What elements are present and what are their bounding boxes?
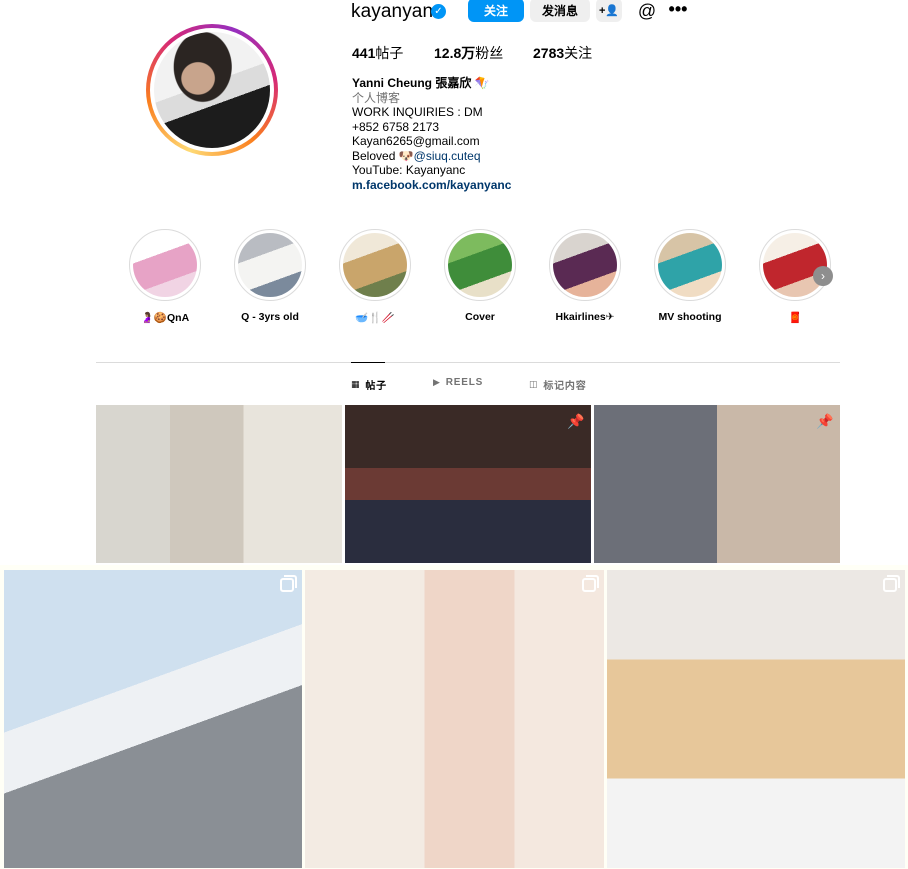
highlight-label: MV shooting [658,311,722,323]
bio: Yanni Cheung 張嘉欣 🪁 个人博客 WORK INQUIRIES :… [352,76,652,192]
posts-count: 441帖子 [352,43,403,63]
bio-line: Kayan6265@gmail.com [352,134,480,148]
posts-count-value: 441 [352,45,376,61]
highlight-label: Cover [465,311,495,323]
carousel-icon [883,575,900,592]
carousel-icon [280,575,297,592]
suggest-users-button[interactable]: +👤 [596,0,622,22]
followers-count-value: 12.8万 [434,45,476,61]
tab-posts[interactable]: ▦ 帖子 [351,377,387,392]
following-count[interactable]: 2783关注 [533,43,592,63]
highlight-label: Hkairlines✈ [555,311,615,323]
bio-line: WORK INQUIRIES : DM [352,105,483,119]
highlight-ring [234,229,306,301]
followers-count[interactable]: 12.8万粉丝 [434,43,503,63]
username: kayanyanc [351,1,443,22]
following-count-label: 关注 [564,45,593,61]
reels-icon: ▶ [433,377,441,387]
highlight-ring [759,229,831,301]
verified-badge-icon: ✓ [431,4,446,19]
tab-reels-label: REELS [445,377,484,388]
highlight-label: Q - 3yrs old [241,311,299,323]
highlight-ring [549,229,621,301]
tab-tagged[interactable]: ◫ 标记内容 [529,377,587,392]
pinned-icon: 📌 [816,413,834,429]
highlight-cover [553,233,617,297]
tabs-divider [96,362,840,363]
highlight-cover [763,233,827,297]
highlight-item[interactable]: Hkairlines✈ [533,229,637,323]
display-name: Yanni Cheung 張嘉欣 🪁 [352,76,490,90]
post-thumbnail[interactable] [96,405,342,563]
highlight-cover [658,233,722,297]
category-label: 个人博客 [352,90,401,105]
pinned-icon: 📌 [567,413,585,429]
post-thumbnail[interactable] [4,570,302,868]
grid-icon: ▦ [351,379,361,389]
avatar-frame [150,28,274,152]
bio-line: +852 6758 2173 [352,119,440,134]
highlight-cover [343,233,407,297]
active-tab-indicator [351,362,385,363]
highlight-item[interactable]: MV shooting [638,229,742,323]
bio-youtube: YouTube: Kayanyanc [352,163,466,177]
following-count-value: 2783 [533,45,565,61]
highlight-cover [238,233,302,297]
highlight-ring [444,229,516,301]
tab-reels[interactable]: ▶ REELS [433,377,483,388]
highlight-item[interactable]: 🥣🍴🥢 [323,229,427,324]
more-options-icon[interactable]: ••• [666,0,690,20]
threads-icon[interactable]: @ [636,0,658,22]
highlight-cover [448,233,512,297]
tab-tagged-label: 标记内容 [543,381,587,392]
post-thumbnail[interactable] [305,570,604,868]
tagged-icon: ◫ [529,379,539,389]
message-button[interactable]: 发消息 [530,0,590,22]
post-thumbnail[interactable]: 📌 [594,405,840,563]
avatar[interactable] [154,32,270,148]
post-thumbnail[interactable]: 📌 [345,405,591,563]
beloved-prefix: Beloved 🐶 [352,148,414,163]
post-thumbnail[interactable] [607,570,905,868]
followers-count-label: 粉丝 [475,45,504,61]
highlight-item[interactable]: Cover [428,229,532,323]
profile-avatar-ring[interactable] [146,24,278,156]
highlight-ring [129,229,201,301]
highlight-cover [133,233,197,297]
highlights-next-icon[interactable]: › [813,266,833,286]
highlight-ring [654,229,726,301]
highlight-item[interactable]: 🤰🏽🍪QnA [113,229,217,324]
mention-link[interactable]: @siuq.cuteq [414,149,481,163]
highlight-ring [339,229,411,301]
highlight-label: 🥣🍴🥢 [355,312,395,324]
tab-posts-label: 帖子 [365,381,387,392]
follow-button[interactable]: 关注 [468,0,524,22]
highlight-label: 🧧 [788,312,802,324]
external-link[interactable]: m.facebook.com/kayanyanc [352,178,652,193]
posts-count-label: 帖子 [375,45,404,61]
highlight-label: 🤰🏽🍪QnA [140,312,190,324]
highlight-item[interactable]: Q - 3yrs old [218,229,322,323]
carousel-icon [582,575,599,592]
bio-beloved-line: Beloved 🐶@siuq.cuteq [352,149,652,164]
